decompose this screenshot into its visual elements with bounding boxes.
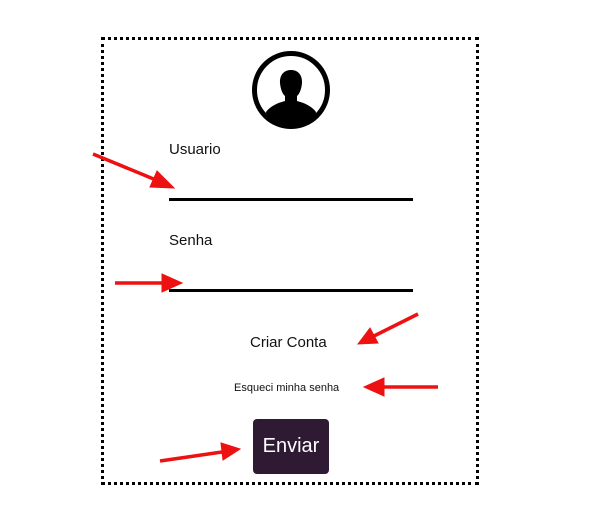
user-avatar-icon (252, 51, 330, 129)
submit-button[interactable]: Enviar (253, 419, 329, 474)
password-input[interactable] (169, 266, 413, 292)
password-label: Senha (169, 232, 213, 249)
username-label: Usuario (169, 141, 221, 158)
create-account-link[interactable]: Criar Conta (250, 334, 327, 351)
username-input[interactable] (169, 175, 413, 201)
forgot-password-link[interactable]: Esqueci minha senha (234, 382, 339, 394)
